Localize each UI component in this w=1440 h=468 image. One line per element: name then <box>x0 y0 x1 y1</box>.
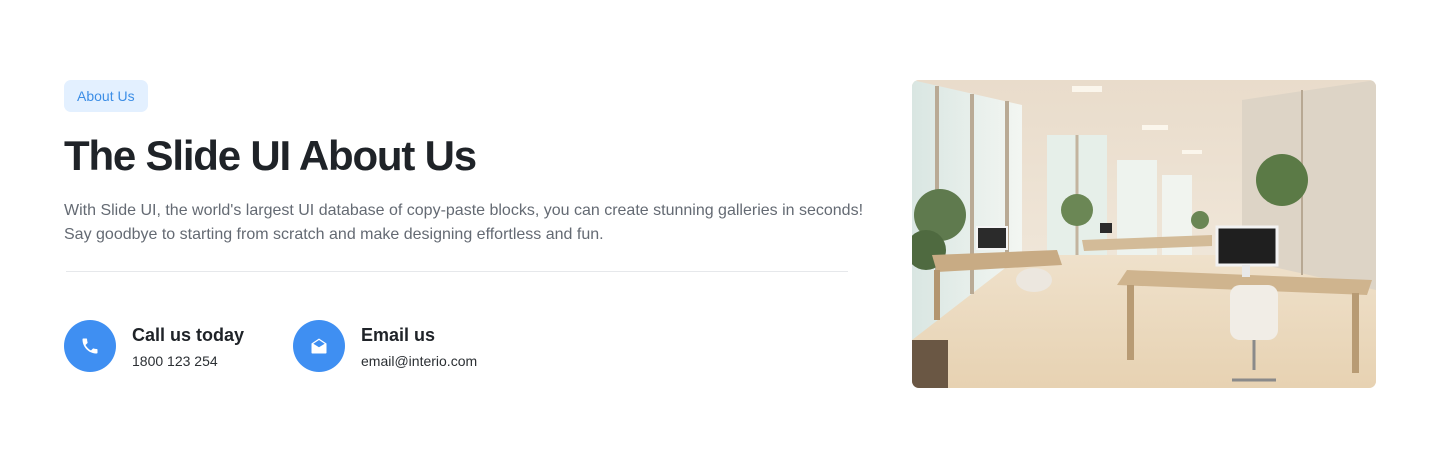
envelope-open-icon <box>293 320 345 372</box>
contact-email-address[interactable]: email@interio.com <box>361 351 477 371</box>
contact-phone-number[interactable]: 1800 123 254 <box>132 351 244 371</box>
page-title: The Slide UI About Us <box>64 132 477 179</box>
divider <box>66 271 848 272</box>
phone-icon <box>64 320 116 372</box>
contact-email-title: Email us <box>361 325 436 345</box>
contact-call-title: Call us today <box>132 325 245 345</box>
contact-email[interactable]: Email us email@interio.com <box>293 320 477 372</box>
about-description: With Slide UI, the world's largest UI da… <box>64 202 864 243</box>
contact-call[interactable]: Call us today 1800 123 254 <box>64 320 244 372</box>
office-photo <box>912 80 1376 388</box>
about-us-badge: About Us <box>64 80 148 112</box>
about-content: About Us The Slide UI About Us With Slid… <box>64 80 863 247</box>
